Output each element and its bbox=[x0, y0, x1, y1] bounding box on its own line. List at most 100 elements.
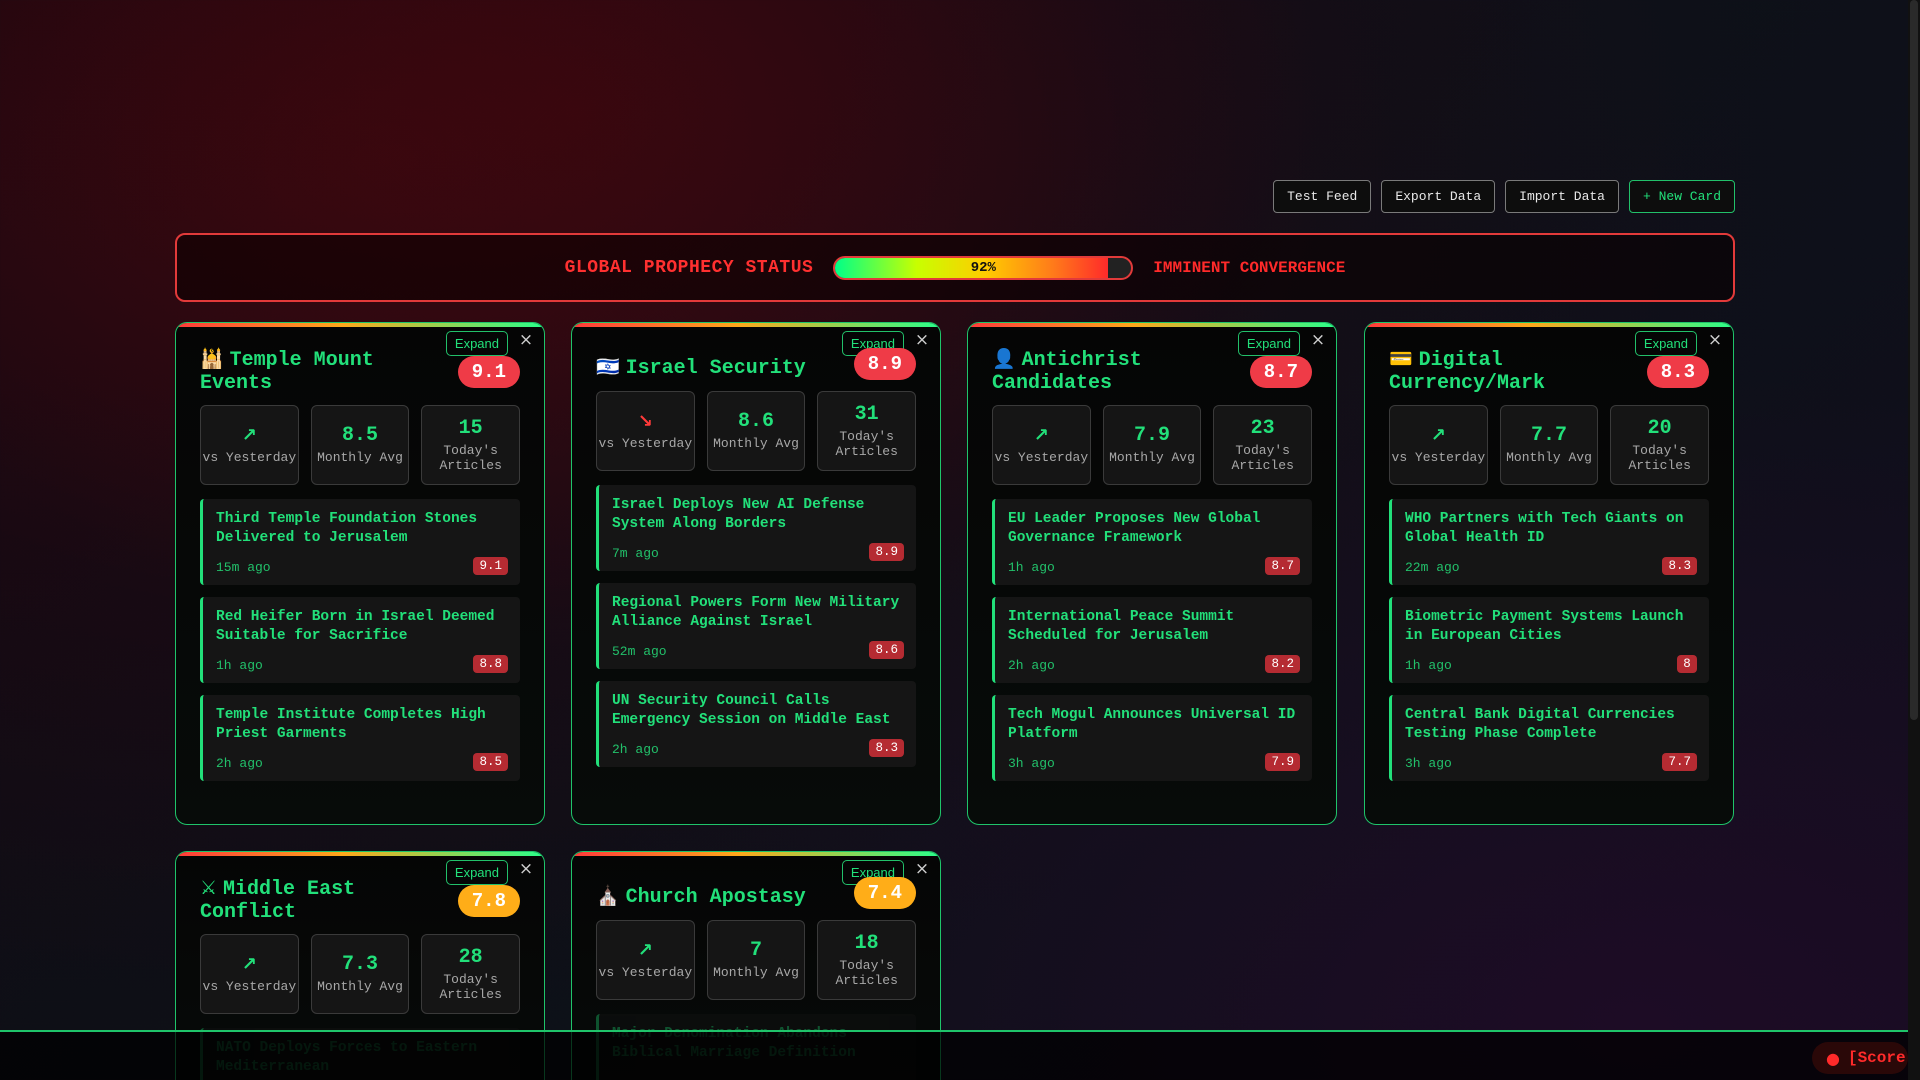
article-title[interactable]: Temple Institute Completes High Priest G… bbox=[216, 706, 508, 744]
category-icon: 🕌 bbox=[200, 348, 224, 370]
news-ticker: ● [Score bbox=[0, 1030, 1908, 1080]
close-icon[interactable]: × bbox=[518, 859, 534, 879]
article-score-badge: 8.2 bbox=[1265, 655, 1300, 673]
red-dot-icon: ● bbox=[1826, 1048, 1840, 1068]
stat-monthly-avg: 8.6 Monthly Avg bbox=[706, 391, 806, 471]
trend-arrow-icon: ↘ bbox=[637, 411, 653, 432]
card-header: 💳 Digital Currency/Mark Expand × 8.3 bbox=[1365, 323, 1733, 395]
article-time: 1h ago bbox=[1008, 560, 1055, 575]
article-title[interactable]: Biometric Payment Systems Launch in Euro… bbox=[1405, 608, 1697, 646]
card-score-badge: 8.3 bbox=[1646, 356, 1709, 388]
stat-value: 8.5 bbox=[342, 424, 379, 447]
expand-button[interactable]: Expand bbox=[445, 860, 508, 885]
stat-value: 23 bbox=[1250, 416, 1275, 440]
scrollbar-thumb[interactable] bbox=[1910, 0, 1918, 720]
card-header: ⚔ Middle East Conflict Expand × 7.8 bbox=[176, 852, 544, 924]
stat-label: Today's Articles bbox=[835, 428, 898, 459]
card-title-text: Israel Security bbox=[625, 357, 806, 380]
article-score-badge: 8 bbox=[1677, 655, 1697, 673]
category-icon: ⛪ bbox=[596, 885, 620, 907]
article-time: 1h ago bbox=[216, 658, 263, 673]
article-title[interactable]: Israel Deploys New AI Defense System Alo… bbox=[612, 496, 904, 534]
trend-arrow-icon: ↗ bbox=[1033, 425, 1049, 446]
stat-label: Today's Articles bbox=[439, 971, 502, 1002]
trend-arrow-icon: ↗ bbox=[637, 940, 653, 961]
card-stats: ↗ vs Yesterday 7.7 Monthly Avg 20 Today'… bbox=[1365, 405, 1733, 485]
stat-label: vs Yesterday bbox=[598, 436, 693, 451]
stat-todays-articles: 28 Today's Articles bbox=[421, 934, 521, 1014]
expand-button[interactable]: Expand bbox=[1634, 331, 1697, 356]
card-title: ⛪ Church Apostasy bbox=[596, 885, 826, 909]
article-item[interactable]: UN Security Council Calls Emergency Sess… bbox=[596, 681, 916, 767]
import-data-button[interactable]: Import Data bbox=[1505, 180, 1619, 213]
close-icon[interactable]: × bbox=[1707, 330, 1723, 350]
article-title[interactable]: Regional Powers Form New Military Allian… bbox=[612, 594, 904, 632]
stat-todays-articles: 15 Today's Articles bbox=[421, 405, 521, 485]
article-item[interactable]: International Peace Summit Scheduled for… bbox=[992, 597, 1312, 683]
export-data-button[interactable]: Export Data bbox=[1381, 180, 1496, 213]
article-item[interactable]: Red Heifer Born in Israel Deemed Suitabl… bbox=[200, 597, 520, 683]
article-title[interactable]: Central Bank Digital Currencies Testing … bbox=[1405, 706, 1697, 744]
card-score-badge: 8.9 bbox=[853, 348, 916, 380]
close-icon[interactable]: × bbox=[1310, 330, 1326, 350]
close-icon[interactable]: × bbox=[518, 330, 534, 350]
article-item[interactable]: EU Leader Proposes New Global Governance… bbox=[992, 499, 1312, 585]
article-title[interactable]: UN Security Council Calls Emergency Sess… bbox=[612, 692, 904, 730]
stat-value: 31 bbox=[854, 402, 879, 426]
card-digital-currency: 💳 Digital Currency/Mark Expand × 8.3 ↗ vs… bbox=[1364, 322, 1734, 825]
article-item[interactable]: Central Bank Digital Currencies Testing … bbox=[1389, 695, 1709, 781]
card-title: 🇮🇱 Israel Security bbox=[596, 356, 826, 380]
article-title[interactable]: International Peace Summit Scheduled for… bbox=[1008, 608, 1300, 646]
close-icon[interactable]: × bbox=[914, 859, 930, 879]
new-card-button[interactable]: + New Card bbox=[1628, 180, 1735, 213]
article-item[interactable]: WHO Partners with Tech Giants on Global … bbox=[1389, 499, 1709, 585]
article-title[interactable]: EU Leader Proposes New Global Governance… bbox=[1008, 510, 1300, 548]
article-item[interactable]: Israel Deploys New AI Defense System Alo… bbox=[596, 485, 916, 571]
article-title[interactable]: Third Temple Foundation Stones Delivered… bbox=[216, 510, 508, 548]
page-scrollbar[interactable] bbox=[1908, 0, 1920, 1080]
stat-label: Monthly Avg bbox=[317, 450, 403, 465]
stat-label: vs Yesterday bbox=[202, 979, 297, 994]
stat-value: 7.7 bbox=[1531, 424, 1568, 447]
stat-label: Monthly Avg bbox=[1109, 450, 1195, 465]
ticker-badge[interactable]: ● [Score bbox=[1812, 1042, 1908, 1074]
stat-value: 7.3 bbox=[342, 953, 379, 976]
article-item[interactable]: Tech Mogul Announces Universal ID Platfo… bbox=[992, 695, 1312, 781]
article-item[interactable]: Biometric Payment Systems Launch in Euro… bbox=[1389, 597, 1709, 683]
card-title-text: Middle East Conflict bbox=[200, 878, 356, 924]
article-item[interactable]: Temple Institute Completes High Priest G… bbox=[200, 695, 520, 781]
stat-monthly-avg: 7.3 Monthly Avg bbox=[310, 934, 410, 1014]
stat-label: Today's Articles bbox=[439, 442, 502, 473]
status-state: IMMINENT CONVERGENCE bbox=[1153, 258, 1346, 277]
card-temple-mount: 🕌 Temple Mount Events Expand × 9.1 ↗ vs Y… bbox=[175, 322, 545, 825]
stat-value: 28 bbox=[458, 945, 483, 969]
expand-button[interactable]: Expand bbox=[1237, 331, 1300, 356]
stat-label: Today's Articles bbox=[1628, 442, 1691, 473]
stat-value: 7 bbox=[750, 939, 763, 962]
category-icon: 🇮🇱 bbox=[596, 356, 620, 378]
card-title: 👤 Antichrist Candidates bbox=[992, 348, 1222, 395]
close-icon[interactable]: × bbox=[914, 330, 930, 350]
article-time: 52m ago bbox=[612, 644, 667, 659]
article-title[interactable]: WHO Partners with Tech Giants on Global … bbox=[1405, 510, 1697, 548]
article-time: 2h ago bbox=[216, 756, 263, 771]
card-title-text: Temple Mount Events bbox=[200, 349, 374, 395]
card-header: 🇮🇱 Israel Security Expand × 8.9 bbox=[572, 323, 940, 393]
category-icon: 💳 bbox=[1389, 348, 1413, 370]
article-item[interactable]: Regional Powers Form New Military Allian… bbox=[596, 583, 916, 669]
article-title[interactable]: Tech Mogul Announces Universal ID Platfo… bbox=[1008, 706, 1300, 744]
expand-button[interactable]: Expand bbox=[445, 331, 508, 356]
article-title[interactable]: Red Heifer Born in Israel Deemed Suitabl… bbox=[216, 608, 508, 646]
article-score-badge: 8.9 bbox=[869, 543, 904, 561]
stat-value: 7.9 bbox=[1134, 424, 1171, 447]
article-list: Israel Deploys New AI Defense System Alo… bbox=[572, 471, 940, 767]
stat-label: Monthly Avg bbox=[713, 436, 799, 451]
article-time: 3h ago bbox=[1008, 756, 1055, 771]
stat-monthly-avg: 7 Monthly Avg bbox=[706, 920, 806, 1000]
card-stats: ↗ vs Yesterday 7 Monthly Avg 18 Today's … bbox=[572, 920, 940, 1000]
card-score-badge: 7.8 bbox=[457, 885, 520, 917]
article-item[interactable]: Third Temple Foundation Stones Delivered… bbox=[200, 499, 520, 585]
article-list: Third Temple Foundation Stones Delivered… bbox=[176, 485, 544, 781]
article-time: 15m ago bbox=[216, 560, 271, 575]
test-feed-button[interactable]: Test Feed bbox=[1273, 180, 1372, 213]
